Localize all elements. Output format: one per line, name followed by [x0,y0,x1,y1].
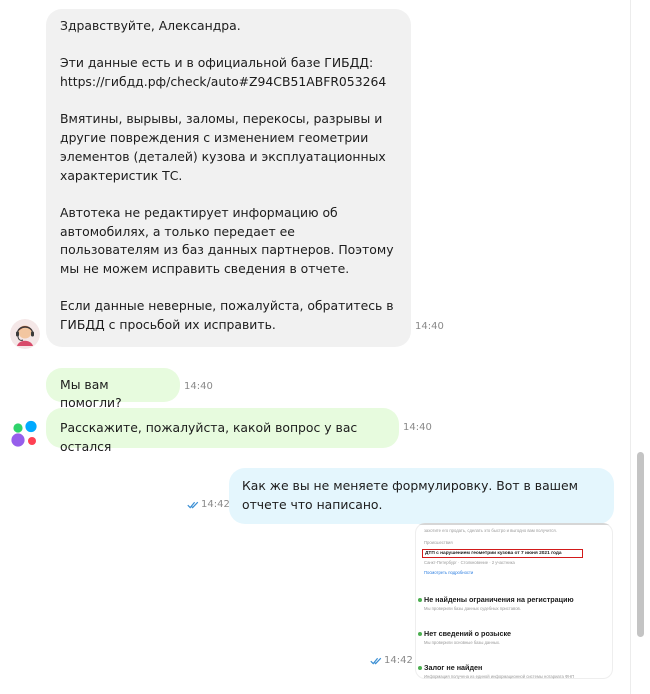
check-title: Нет сведений о розыске [424,629,512,638]
incident-details-link: Посмотреть подробности [424,570,474,575]
message-time: 14:40 [184,381,213,392]
check-title: Залог не найден [424,663,483,672]
check-note: Мы проверили основные базы данных. [424,640,501,645]
double-check-icon [187,501,199,509]
message-time: 14:42 [201,499,230,510]
chat-panel-divider [630,0,631,694]
check-status-dot [418,632,422,636]
message-time: 14:40 [403,422,432,433]
check-title: Не найдены ограничения на регистрацию [424,595,574,604]
message-paragraph: Здравствуйте, Александра. [60,18,241,33]
message-text: Как же вы не меняете формулировку. Вот в… [242,478,578,512]
operator-message-bubble: Здравствуйте, Александра. Эти данные ест… [46,9,411,347]
check-note: Мы проверили базы данных судебных приста… [424,606,521,611]
user-message-bubble: Как же вы не меняете формулировку. Вот в… [229,468,614,524]
colored-dots-bot-icon [11,420,37,447]
screenshot-incidents-label: Происшествия [424,540,453,545]
incident-meta: Санкт-Петербург · Столкновение · 2 участ… [424,560,515,565]
message-time: 14:40 [415,321,444,332]
check-status-dot [418,598,422,602]
message-paragraph: Автотека не редактирует информацию об ав… [60,204,394,277]
chat-scrollbar-thumb[interactable] [637,452,644,637]
screenshot-top-edge [415,523,613,525]
check-note: Информация получена из единой информацио… [424,674,575,679]
message-paragraph-link[interactable]: Эти данные есть и в официальной базе ГИБ… [60,54,397,91]
message-text: Мы вам помогли? [60,377,122,410]
check-status-dot [418,666,422,670]
bot-message-bubble: Мы вам помогли? [46,368,180,410]
message-paragraph: Если данные неверные, пожалуйста, обрати… [60,298,394,333]
double-check-icon [370,657,382,665]
support-agent-avatar-icon [10,319,40,349]
message-text: Расскажите, пожалуйста, какой вопрос у в… [60,420,358,454]
attached-screenshot-image[interactable]: захотите его продать, сделать это быстро… [415,523,613,679]
message-paragraph: Вмятины, вырывы, заломы, перекосы, разры… [60,111,386,183]
bot-message-bubble: Расскажите, пожалуйста, какой вопрос у в… [46,408,399,454]
highlighted-incident: ДТП с нарушением геометрии кузова от 7 и… [422,549,583,558]
message-time: 14:42 [384,655,413,666]
screenshot-intro-text: захотите его продать, сделать это быстро… [424,528,557,533]
